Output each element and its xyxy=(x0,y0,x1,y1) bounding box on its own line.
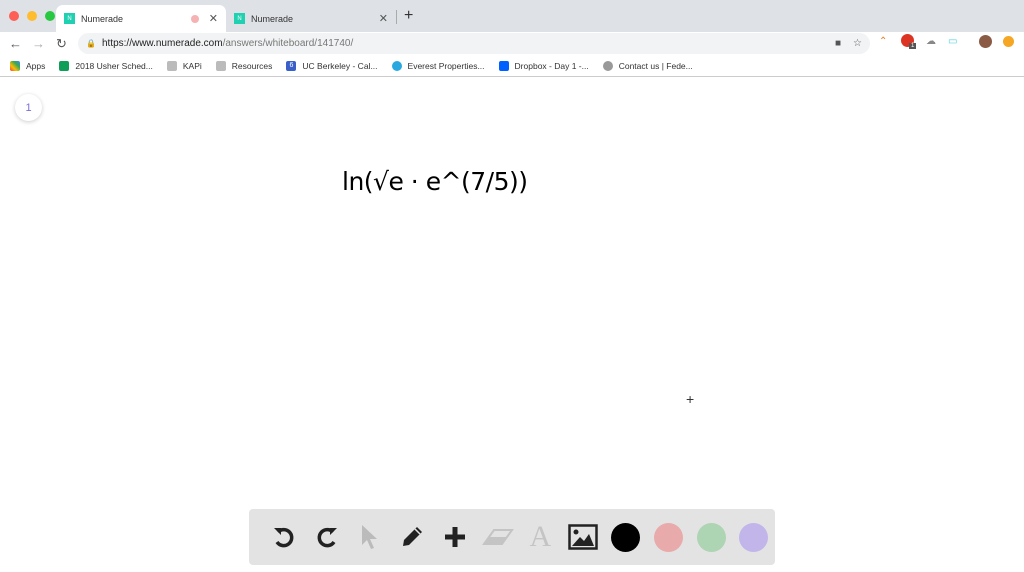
bookmark-label: Dropbox - Day 1 -... xyxy=(514,60,589,71)
bookmark-uc-berkeley[interactable]: 6 UC Berkeley - Cal... xyxy=(286,60,378,71)
select-tool-button[interactable] xyxy=(348,517,391,557)
bookmark-kapi[interactable]: KAPi xyxy=(166,60,202,71)
eraser-tool-button[interactable] xyxy=(476,517,519,557)
bookmark-resources[interactable]: Resources xyxy=(215,60,273,71)
bookmark-usher-schedule[interactable]: 2018 Usher Sched... xyxy=(59,60,153,71)
bookmark-label: KAPi xyxy=(182,60,202,71)
undo-icon xyxy=(274,527,294,548)
crosshair-cursor: + xyxy=(686,391,695,407)
extension-arc-icon[interactable]: ⌃ xyxy=(879,36,887,47)
color-swatch-green xyxy=(696,522,726,552)
extension-badge: 1 xyxy=(909,43,917,49)
url-path: /answers/whiteboard/141740/ xyxy=(222,38,354,49)
close-window-button[interactable] xyxy=(9,11,19,21)
tab-separator xyxy=(396,10,397,24)
refresh-circle-icon xyxy=(391,60,402,71)
url-host: https://www.numerade.com xyxy=(101,38,223,49)
eraser-icon xyxy=(481,529,514,545)
window-controls xyxy=(9,11,55,21)
color-swatch-purple xyxy=(739,522,769,552)
browser-toolbar: ← → ↻ 🔒 https://www.numerade.com/answers… xyxy=(0,32,1024,55)
camera-icon[interactable]: ■ xyxy=(835,38,841,49)
close-tab-icon[interactable]: ✕ xyxy=(379,12,388,25)
dropbox-icon xyxy=(498,60,509,71)
bookmark-contact[interactable]: Contact us | Fede... xyxy=(602,60,693,71)
redo-icon xyxy=(317,527,337,548)
tab-strip: N Numerade ✕ N Numerade ✕ + xyxy=(0,0,1024,32)
page-number-button[interactable]: 1 xyxy=(15,94,42,121)
bookmark-label: Apps xyxy=(26,60,46,71)
profile-avatar[interactable] xyxy=(979,35,992,48)
add-tool-button[interactable] xyxy=(434,517,477,557)
back-button[interactable]: ← xyxy=(4,36,27,51)
folder-icon xyxy=(166,60,177,71)
new-tab-button[interactable]: + xyxy=(404,7,413,25)
color-swatch-red xyxy=(653,522,683,552)
handwritten-expression: ln(√e · e^(7/5)) xyxy=(342,167,528,196)
cursor-arrow-icon xyxy=(361,525,377,549)
redo-button[interactable] xyxy=(306,517,349,557)
plus-icon xyxy=(445,527,466,547)
extension-screen-icon[interactable]: ▭ xyxy=(948,36,957,47)
sheets-icon xyxy=(59,60,70,71)
color-green-button[interactable] xyxy=(690,517,733,557)
forward-button[interactable]: → xyxy=(27,36,50,51)
undo-button[interactable] xyxy=(263,517,306,557)
whiteboard-toolbar: A xyxy=(249,509,775,565)
numerade-favicon: N xyxy=(64,13,75,24)
apps-grid-icon xyxy=(10,60,20,71)
reload-button[interactable]: ↻ xyxy=(50,36,73,52)
pencil-icon xyxy=(403,527,423,546)
lock-icon: 🔒 xyxy=(86,39,96,48)
bookmark-star-icon[interactable]: ☆ xyxy=(853,38,862,49)
color-purple-button[interactable] xyxy=(732,517,775,557)
text-tool-button[interactable]: A xyxy=(519,517,562,557)
globe-icon xyxy=(602,60,613,71)
whiteboard-canvas[interactable]: 1 ln(√e · e^(7/5)) + xyxy=(0,78,1024,572)
pen-tool-button[interactable] xyxy=(391,517,434,557)
address-bar[interactable]: 🔒 https://www.numerade.com/answers/white… xyxy=(78,33,870,54)
color-swatch-black xyxy=(611,522,641,552)
text-a-icon: A xyxy=(529,520,552,553)
bookmarks-bar: Apps 2018 Usher Sched... KAPi Resources … xyxy=(0,55,1024,77)
bookmark-label: Contact us | Fede... xyxy=(618,60,693,71)
color-red-button[interactable] xyxy=(647,517,690,557)
minimize-window-button[interactable] xyxy=(27,11,37,21)
maximize-window-button[interactable] xyxy=(45,11,55,21)
numerade-favicon: N xyxy=(234,13,245,24)
tab-numerade[interactable]: N Numerade ✕ xyxy=(226,5,396,32)
bookmark-apps[interactable]: Apps xyxy=(10,60,46,71)
recording-icon xyxy=(190,14,199,23)
extension-chat-icon[interactable]: ☁ xyxy=(926,36,936,47)
bookmark-label: Everest Properties... xyxy=(407,60,485,71)
bookmark-label: 2018 Usher Sched... xyxy=(75,60,153,71)
color-black-button[interactable] xyxy=(604,517,647,557)
folder-icon xyxy=(215,60,226,71)
image-icon xyxy=(568,524,598,550)
tab-numerade-active[interactable]: N Numerade ✕ xyxy=(56,5,226,32)
bookmark-label: Resources xyxy=(231,60,273,71)
bookmark-everest[interactable]: Everest Properties... xyxy=(391,60,485,71)
image-tool-button[interactable] xyxy=(562,517,605,557)
tab-title: Numerade xyxy=(81,13,124,24)
close-tab-icon[interactable]: ✕ xyxy=(209,12,218,25)
bookmark-dropbox[interactable]: Dropbox - Day 1 -... xyxy=(498,60,589,71)
tab-title: Numerade xyxy=(251,13,294,24)
bookmark-label: UC Berkeley - Cal... xyxy=(302,60,378,71)
extension-orange-icon[interactable] xyxy=(1003,36,1014,47)
calendar-icon: 6 xyxy=(286,60,297,71)
